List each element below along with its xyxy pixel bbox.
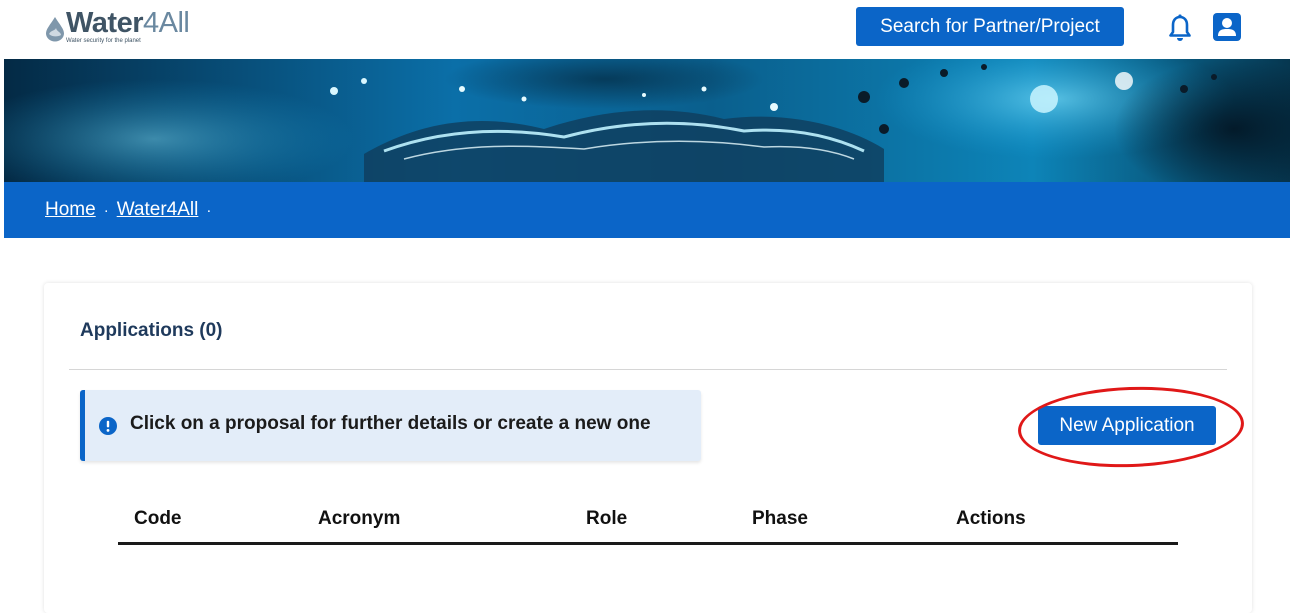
applications-card: Applications (0) Click on a proposal for…	[44, 283, 1252, 613]
breadcrumb-water4all-link[interactable]: Water4All	[117, 199, 199, 221]
column-header-role[interactable]: Role	[586, 508, 627, 530]
column-header-acronym[interactable]: Acronym	[318, 508, 400, 530]
column-header-code[interactable]: Code	[134, 508, 182, 530]
breadcrumb-separator: ·	[103, 201, 109, 219]
logo-word-light: 4All	[143, 7, 190, 39]
search-partner-project-button[interactable]: Search for Partner/Project	[856, 7, 1124, 46]
logo-tagline: Water security for the planet	[66, 38, 141, 44]
highlight-circle	[1016, 383, 1246, 471]
banner-image	[4, 59, 1290, 182]
column-header-phase[interactable]: Phase	[752, 508, 808, 530]
column-header-actions[interactable]: Actions	[956, 508, 1026, 530]
table-header-underline	[118, 542, 1178, 545]
water4all-logo[interactable]: Water4All Water security for the planet	[44, 4, 204, 50]
breadcrumb: Home · Water4All ·	[45, 199, 219, 221]
info-message: Click on a proposal for further details …	[130, 413, 651, 434]
applications-table-header: Code Acronym Role Phase Actions	[118, 505, 1178, 545]
applications-title: Applications (0)	[80, 320, 223, 341]
logo-wordmark: Water4All	[66, 6, 190, 40]
card-divider	[69, 369, 1227, 370]
info-alert: Click on a proposal for further details …	[80, 390, 701, 461]
bell-icon[interactable]	[1168, 12, 1192, 44]
user-account-icon[interactable]	[1212, 12, 1242, 42]
water-drop-icon	[46, 17, 64, 42]
breadcrumb-separator: ·	[206, 201, 212, 219]
exclamation-circle-icon	[99, 417, 117, 435]
breadcrumb-home-link[interactable]: Home	[45, 199, 96, 221]
breadcrumb-bar: Home · Water4All ·	[4, 182, 1290, 238]
water-splash-banner	[4, 59, 1290, 182]
logo-word-bold: Water	[66, 7, 144, 39]
